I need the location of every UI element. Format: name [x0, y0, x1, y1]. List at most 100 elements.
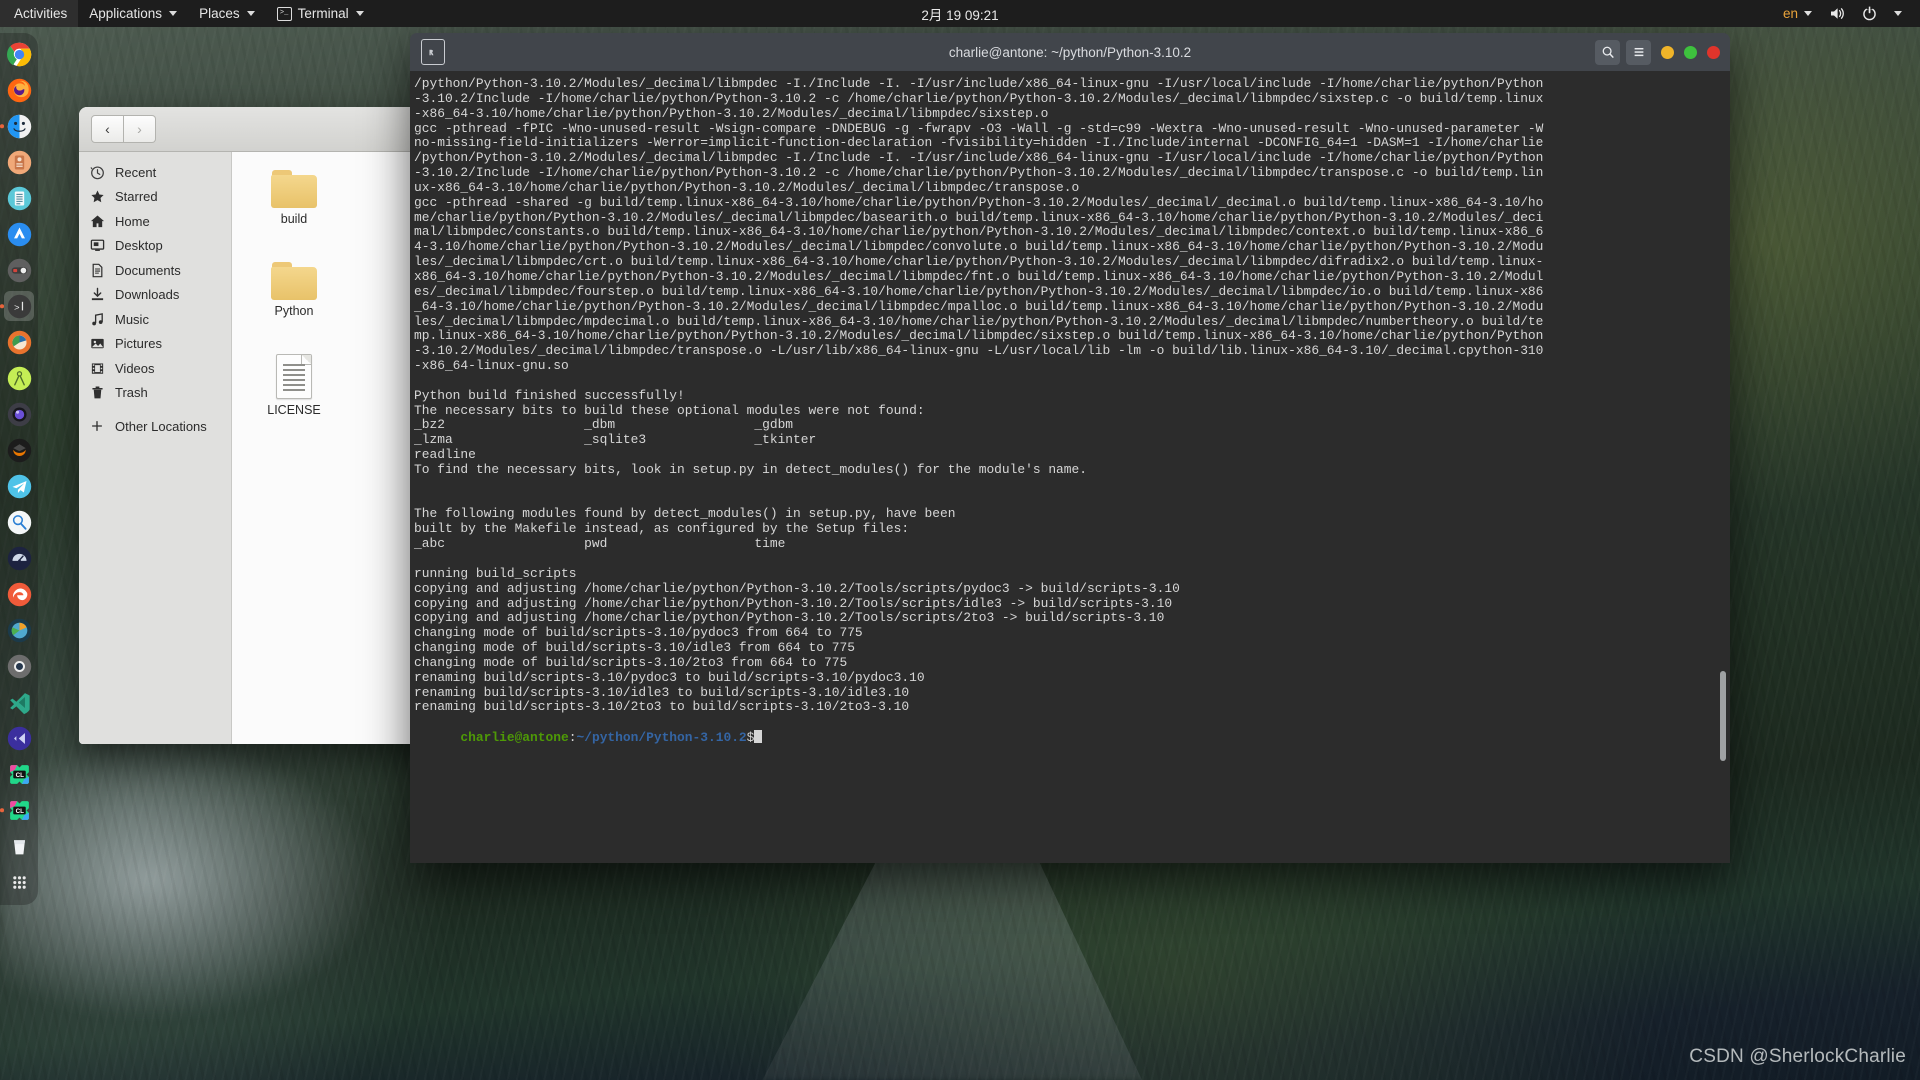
dock-item-clion-2[interactable]: CL — [4, 795, 34, 825]
terminal-scrollbar[interactable] — [1720, 671, 1726, 761]
dock-item-toggle-settings[interactable] — [4, 255, 34, 285]
camera-icon — [7, 402, 31, 426]
volume-icon[interactable] — [1823, 0, 1852, 27]
maximize-button[interactable] — [1684, 45, 1697, 59]
dock-item-camera[interactable] — [4, 399, 34, 429]
minimize-button[interactable] — [1661, 45, 1674, 59]
current-app-menu[interactable]: >_ Terminal — [266, 0, 375, 27]
blender-icon — [7, 438, 31, 462]
language-indicator[interactable]: en — [1775, 0, 1820, 27]
language-label: en — [1782, 6, 1798, 21]
terminal-icon: > — [7, 294, 31, 318]
prompt-path: ~/python/Python-3.10.2 — [576, 730, 747, 746]
sidebar-item-pictures[interactable]: Pictures — [79, 332, 231, 357]
sidebar-item-music[interactable]: Music — [79, 307, 231, 332]
chevron-down-icon — [355, 11, 364, 16]
telegram-icon — [7, 474, 31, 498]
file-item-license[interactable]: LICENSE — [246, 350, 342, 425]
system-menu-chevron[interactable] — [1887, 0, 1908, 27]
dock-item-google-chrome[interactable] — [4, 39, 34, 69]
sidebar-item-label: Recent — [115, 164, 157, 180]
dock-item-trash[interactable] — [4, 831, 34, 861]
back-button[interactable]: ‹ — [91, 115, 124, 143]
current-app-label: Terminal — [297, 6, 349, 21]
dock-item-text-editor[interactable] — [4, 183, 34, 213]
sidebar-item-starred[interactable]: Starred — [79, 185, 231, 210]
dock-item-disk-usage[interactable] — [4, 327, 34, 357]
files-sidebar: Recent Starred Home Desktop Documents Do… — [79, 152, 232, 744]
sidebar-item-trash[interactable]: Trash — [79, 381, 231, 406]
close-button[interactable] — [1707, 45, 1720, 59]
prompt-user-host: charlie@antone — [460, 730, 569, 746]
search-icon — [7, 510, 31, 534]
dock-item-firefox[interactable] — [4, 75, 34, 105]
sidebar-item-other-locations[interactable]: Other Locations — [79, 414, 231, 439]
terminal-search-button[interactable] — [1595, 39, 1620, 65]
sidebar-item-label: Desktop — [115, 238, 163, 254]
text-editor-icon — [7, 186, 31, 210]
sidebar-separator — [79, 405, 231, 414]
settings-disc-icon — [7, 654, 31, 678]
app-store-icon — [7, 222, 31, 246]
document-icon — [276, 354, 312, 399]
document-icon — [89, 262, 105, 278]
music-icon — [89, 311, 105, 327]
sidebar-item-label: Music — [115, 311, 149, 327]
chevron-down-icon — [1894, 11, 1902, 16]
desktop-icon — [89, 238, 105, 254]
sidebar-item-videos[interactable]: Videos — [79, 356, 231, 381]
dock-item-clion-1[interactable]: CL — [4, 759, 34, 789]
sidebar-item-downloads[interactable]: Downloads — [79, 283, 231, 308]
places-label: Places — [199, 6, 240, 21]
dock-item-show-applications[interactable] — [4, 867, 34, 897]
dock-item-settings-disc[interactable] — [4, 651, 34, 681]
sidebar-item-label: Starred — [115, 189, 158, 205]
dock-item-drawing-compass[interactable] — [4, 363, 34, 393]
dock-item-blender[interactable] — [4, 435, 34, 465]
terminal-menu-button[interactable] — [1626, 39, 1651, 65]
dock-item-app-store[interactable] — [4, 219, 34, 249]
activities-button[interactable]: Activities — [0, 0, 79, 27]
power-icon[interactable] — [1855, 0, 1884, 27]
file-item-label: LICENSE — [267, 403, 321, 417]
dock-item-system-monitor[interactable] — [4, 543, 34, 573]
clion-icon: CL — [9, 800, 29, 820]
chevron-down-icon — [169, 11, 178, 16]
terminal-body[interactable]: /python/Python-3.10.2/Modules/_decimal/l… — [410, 71, 1730, 863]
video-icon — [89, 360, 105, 376]
sidebar-item-documents[interactable]: Documents — [79, 258, 231, 283]
terminal-cursor — [754, 730, 763, 744]
dock-item-search-tool[interactable] — [4, 507, 34, 537]
sidebar-item-desktop[interactable]: Desktop — [79, 234, 231, 259]
sidebar-item-label: Trash — [115, 385, 148, 401]
applications-menu[interactable]: Applications — [78, 0, 188, 27]
terminal-title-bar[interactable]: charlie@antone: ~/python/Python-3.10.2 — [410, 33, 1730, 71]
dock-item-pie-app[interactable] — [4, 615, 34, 645]
file-item-python[interactable]: Python — [246, 258, 342, 326]
trash-icon — [89, 385, 105, 401]
files-icon — [7, 114, 31, 138]
dock-item-files[interactable] — [4, 111, 34, 141]
chevron-down-icon — [246, 11, 255, 16]
dock-item-vs-code[interactable] — [4, 687, 34, 717]
dock-item-terminal[interactable]: > — [4, 291, 34, 321]
dock-item-vs-code-insiders[interactable] — [4, 723, 34, 753]
sidebar-item-recent[interactable]: Recent — [79, 160, 231, 185]
dock-item-software-updater[interactable] — [4, 147, 34, 177]
sidebar-item-label: Documents — [115, 262, 181, 278]
dock-item-telegram[interactable] — [4, 471, 34, 501]
activities-label: Activities — [14, 6, 68, 21]
watermark: CSDN @SherlockCharlie — [1689, 1046, 1906, 1067]
dock-item-edge-browser[interactable] — [4, 579, 34, 609]
pie-chart-icon — [7, 618, 31, 642]
disk-usage-icon — [7, 330, 31, 354]
svg-text:CL: CL — [15, 807, 24, 814]
firefox-icon — [7, 78, 31, 102]
file-item-build[interactable]: build — [246, 166, 342, 234]
places-menu[interactable]: Places — [188, 0, 266, 27]
system-monitor-icon — [7, 546, 31, 570]
sidebar-item-home[interactable]: Home — [79, 209, 231, 234]
forward-button[interactable]: › — [124, 115, 156, 143]
edge-icon — [7, 582, 31, 606]
terminal-app-icon — [420, 39, 446, 65]
